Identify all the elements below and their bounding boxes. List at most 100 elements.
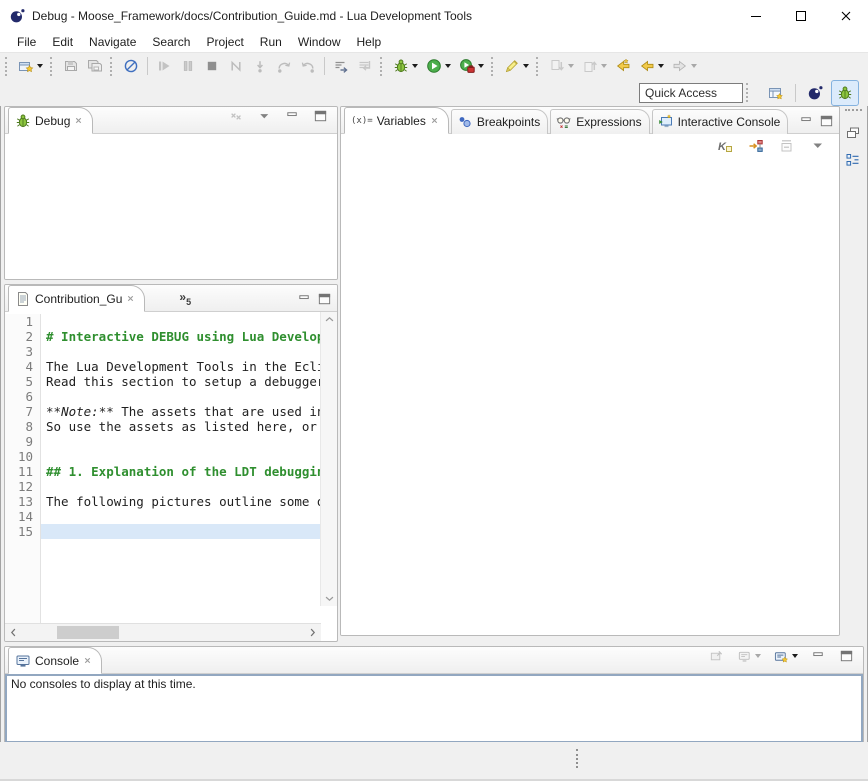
menu-project[interactable]: Project xyxy=(198,33,251,51)
menu-help[interactable]: Help xyxy=(349,33,390,51)
menu-window[interactable]: Window xyxy=(290,33,349,51)
editor-empty-area[interactable] xyxy=(5,539,321,623)
editor-line[interactable]: 2# Interactive DEBUG using Lua Develop xyxy=(5,329,321,344)
mark-occurrences-button[interactable] xyxy=(501,53,532,79)
editor-line[interactable]: 4The Lua Development Tools in the Ecli xyxy=(5,359,321,374)
line-number[interactable]: 5 xyxy=(5,374,41,389)
toolbar-drag-handle[interactable] xyxy=(536,57,541,76)
close-tab-icon[interactable] xyxy=(74,116,83,125)
show-type-names-button[interactable]: K xyxy=(714,133,736,159)
menu-navigate[interactable]: Navigate xyxy=(81,33,144,51)
toolbar-drag-handle[interactable] xyxy=(50,57,55,76)
line-number[interactable]: 6 xyxy=(5,389,41,404)
menu-run[interactable]: Run xyxy=(252,33,290,51)
quick-access-input[interactable]: Quick Access xyxy=(639,83,743,103)
dropdown-arrow-icon[interactable] xyxy=(37,64,43,68)
editor-line[interactable]: 6 xyxy=(5,389,321,404)
line-number[interactable]: 2 xyxy=(5,329,41,344)
view-menu-button[interactable] xyxy=(254,106,275,129)
toolbar-drag-handle[interactable] xyxy=(5,57,10,76)
editor-line-text[interactable] xyxy=(41,524,321,539)
editor-line[interactable]: 1 xyxy=(5,314,321,329)
line-number[interactable]: 11 xyxy=(5,464,41,479)
sash-drag-handle[interactable] xyxy=(576,749,578,768)
menu-file[interactable]: File xyxy=(9,33,44,51)
toolbar-drag-handle[interactable] xyxy=(110,57,115,76)
editor-line-text[interactable] xyxy=(41,509,321,524)
open-console-button[interactable] xyxy=(771,646,801,669)
editor-line[interactable]: 5Read this section to setup a debugger xyxy=(5,374,321,389)
lua-perspective-button[interactable] xyxy=(801,80,829,106)
close-tab-icon[interactable] xyxy=(430,116,439,125)
maximize-view-button[interactable] xyxy=(819,114,834,129)
skip-all-breakpoints-button[interactable] xyxy=(120,53,142,79)
editor-line-text[interactable]: The Lua Development Tools in the Ecli xyxy=(41,359,321,374)
editor-line[interactable]: 3 xyxy=(5,344,321,359)
hidden-editors-chevron[interactable]: »5 xyxy=(179,290,191,311)
tab-console[interactable]: Console xyxy=(8,647,102,674)
tab-variables[interactable]: (x)=Variables xyxy=(344,107,449,134)
back-button[interactable] xyxy=(636,53,667,79)
debug-perspective-button[interactable] xyxy=(831,80,859,106)
scroll-up-icon[interactable] xyxy=(324,314,335,325)
dropdown-arrow-icon[interactable] xyxy=(412,64,418,68)
editor-line-text[interactable]: ## 1. Explanation of the LDT debuggin xyxy=(41,464,321,479)
view-menu-button[interactable] xyxy=(807,133,829,159)
editor-line[interactable]: 8So use the assets as listed here, or y xyxy=(5,419,321,434)
editor-line-text[interactable]: Read this section to setup a debugger xyxy=(41,374,321,389)
scroll-left-icon[interactable] xyxy=(8,627,19,638)
minimize-view-button[interactable] xyxy=(297,292,312,307)
line-number[interactable]: 14 xyxy=(5,509,41,524)
line-number[interactable]: 3 xyxy=(5,344,41,359)
external-tools-button[interactable] xyxy=(456,53,487,79)
use-step-filters-button[interactable] xyxy=(330,53,352,79)
editor-line-text[interactable] xyxy=(41,344,321,359)
line-number[interactable]: 13 xyxy=(5,494,41,509)
close-window-button[interactable] xyxy=(823,0,868,31)
menu-edit[interactable]: Edit xyxy=(44,33,81,51)
menu-search[interactable]: Search xyxy=(144,33,198,51)
scroll-down-icon[interactable] xyxy=(324,593,335,604)
dropdown-arrow-icon[interactable] xyxy=(792,654,798,658)
tab-contribution-guide[interactable]: Contribution_Gu xyxy=(8,285,145,312)
viewbar-drag-handle[interactable] xyxy=(845,109,862,113)
editor-line[interactable]: 11## 1. Explanation of the LDT debuggin xyxy=(5,464,321,479)
run-button[interactable] xyxy=(423,53,454,79)
editor-line-text[interactable] xyxy=(41,389,321,404)
minimize-window-button[interactable] xyxy=(733,0,778,31)
minimize-button[interactable] xyxy=(808,646,829,669)
close-tab-icon[interactable] xyxy=(126,294,135,303)
toolbar-drag-handle[interactable] xyxy=(380,57,385,76)
debug-button[interactable] xyxy=(390,53,421,79)
editor-line-text[interactable]: **Note:** The assets that are used in xyxy=(41,404,321,419)
tab-expressions[interactable]: Expressions xyxy=(550,109,649,134)
editor-line[interactable]: 10 xyxy=(5,449,321,464)
editor-line[interactable]: 7**Note:** The assets that are used in xyxy=(5,404,321,419)
tab-breakpoints[interactable]: Breakpoints xyxy=(451,109,548,134)
tab-interactive-console[interactable]: Interactive Console xyxy=(652,109,789,134)
editor-line-text[interactable] xyxy=(41,479,321,494)
editor-line[interactable]: 13The following pictures outline some o xyxy=(5,494,321,509)
maximize-button[interactable] xyxy=(836,646,857,669)
toolbar-drag-handle[interactable] xyxy=(491,57,496,76)
editor-line[interactable]: 12 xyxy=(5,479,321,494)
minimize-view-button[interactable] xyxy=(799,114,814,129)
editor-vertical-scrollbar[interactable] xyxy=(320,312,337,606)
editor-line[interactable]: 14 xyxy=(5,509,321,524)
editor-line-text[interactable] xyxy=(41,434,321,449)
dropdown-arrow-icon[interactable] xyxy=(658,64,664,68)
close-tab-icon[interactable] xyxy=(83,656,92,665)
editor-line-text[interactable] xyxy=(41,449,321,464)
line-number[interactable]: 12 xyxy=(5,479,41,494)
maximize-window-button[interactable] xyxy=(778,0,823,31)
outline-view-button[interactable] xyxy=(842,150,864,170)
line-number[interactable]: 9 xyxy=(5,434,41,449)
scrollbar-thumb[interactable] xyxy=(57,626,119,639)
restore-views-button[interactable] xyxy=(842,123,864,143)
maximize-button[interactable] xyxy=(310,106,331,129)
line-number[interactable]: 1 xyxy=(5,314,41,329)
maximize-view-button[interactable] xyxy=(317,292,332,307)
editor-horizontal-scrollbar[interactable] xyxy=(5,623,321,641)
new-wizard-button[interactable] xyxy=(15,53,46,79)
line-number[interactable]: 7 xyxy=(5,404,41,419)
